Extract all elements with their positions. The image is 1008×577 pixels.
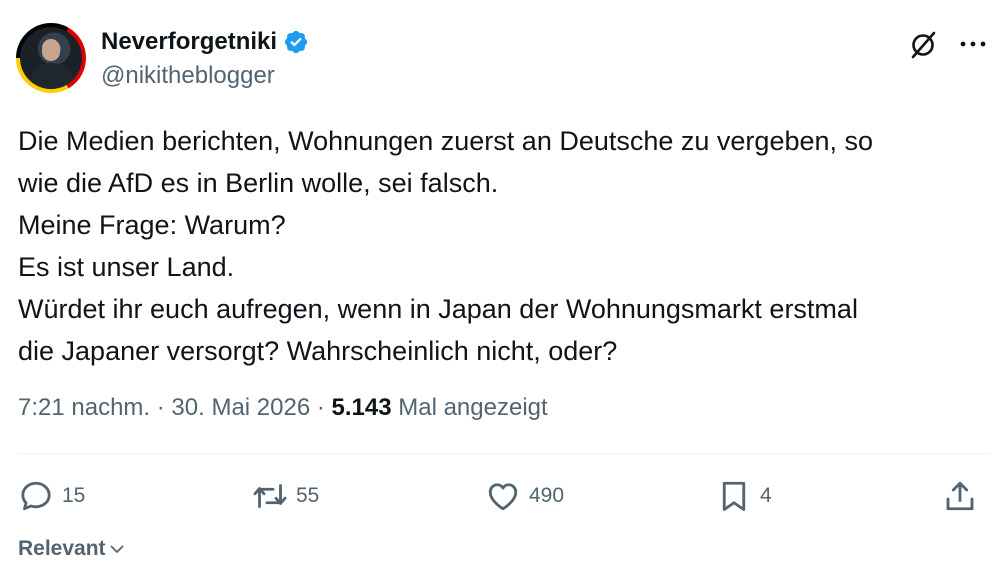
retweet-icon — [253, 484, 287, 508]
tweet-text: Die Medien berichten, Wohnungen zuerst a… — [18, 120, 983, 372]
grok-icon[interactable] — [908, 30, 938, 60]
reply-count: 15 — [62, 484, 86, 507]
bookmark-count: 4 — [760, 484, 772, 507]
bookmark-icon — [722, 481, 746, 511]
tweet-date[interactable]: 30. Mai 2026 — [171, 394, 310, 422]
sort-dropdown[interactable]: Relevant — [18, 537, 126, 561]
avatar-figure-head — [42, 39, 60, 61]
avatar-photo — [20, 27, 82, 89]
avatar-figure-body — [30, 63, 74, 89]
chevron-down-icon — [110, 545, 123, 553]
share-icon — [946, 481, 974, 511]
divider — [18, 453, 990, 454]
tweet-time[interactable]: 7:21 nachm. — [18, 394, 150, 422]
verified-badge-icon[interactable] — [283, 29, 309, 55]
author-name[interactable]: Neverforgetniki — [101, 28, 277, 56]
like-count: 490 — [529, 484, 565, 507]
bookmark-button[interactable]: 4 — [716, 477, 772, 515]
tweet-line: die Japaner versorgt? Wahrscheinlich nic… — [18, 336, 618, 366]
retweet-count: 55 — [296, 484, 320, 507]
reply-icon — [21, 481, 51, 511]
tweet-line: Die Medien berichten, Wohnungen zuerst a… — [18, 126, 874, 156]
author-name-row[interactable]: Neverforgetniki — [101, 28, 309, 56]
like-button[interactable]: 490 — [485, 477, 564, 515]
meta-separator: · — [150, 394, 172, 421]
view-count-label: Mal angezeigt — [391, 394, 548, 421]
view-count: 5.143 — [331, 394, 392, 421]
tweet-line: Meine Frage: Warum? — [18, 210, 286, 240]
reply-button[interactable]: 15 — [18, 477, 85, 515]
author-handle[interactable]: @nikitheblogger — [101, 62, 275, 90]
share-button[interactable] — [942, 477, 978, 515]
meta-separator: · — [310, 394, 332, 421]
retweet-button[interactable]: 55 — [252, 477, 319, 515]
tweet-line: Würdet ihr euch aufregen, wenn in Japan … — [18, 294, 858, 324]
tweet-line: wie die AfD es in Berlin wolle, sei fals… — [18, 168, 499, 198]
tweet-line: Es ist unser Land. — [18, 252, 235, 282]
avatar[interactable] — [16, 23, 86, 93]
tweet-meta: 7:21 nachm. · 30. Mai 2026 · 5.143 Mal a… — [18, 394, 548, 422]
sort-label: Relevant — [18, 537, 106, 560]
like-icon — [488, 483, 518, 511]
more-icon[interactable] — [958, 37, 988, 51]
